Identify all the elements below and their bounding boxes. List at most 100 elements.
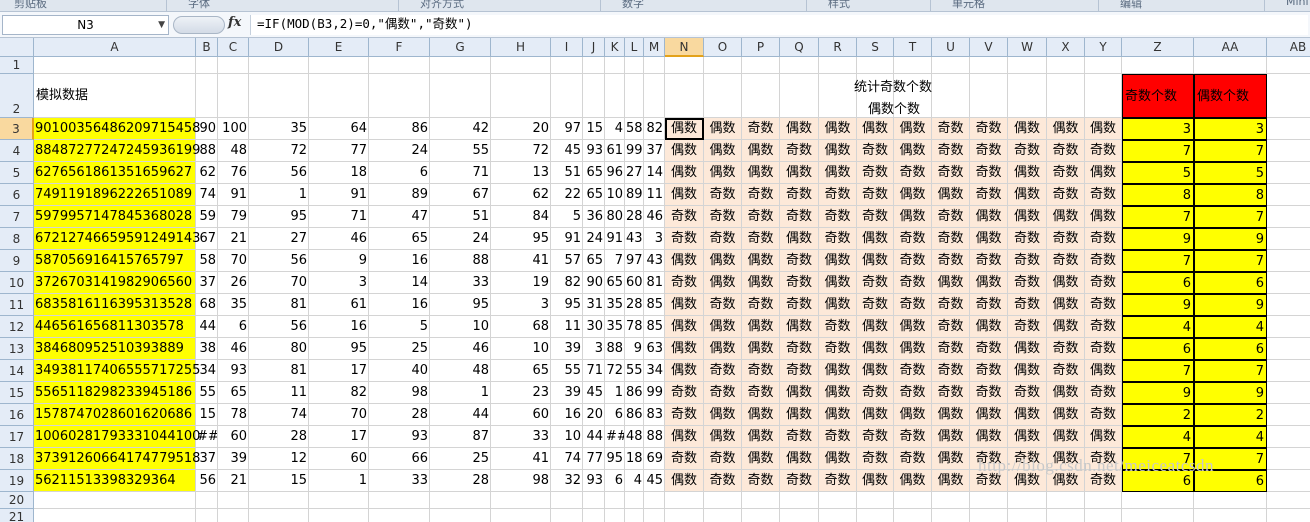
grid-cell[interactable]	[932, 57, 970, 74]
number-cell[interactable]: 81	[249, 360, 309, 382]
number-cell[interactable]: 97	[551, 118, 583, 140]
number-cell[interactable]: 60	[491, 404, 551, 426]
column-header[interactable]: R	[819, 38, 857, 57]
parity-cell[interactable]: 奇数	[1085, 316, 1122, 338]
number-cell[interactable]: 65	[583, 162, 605, 184]
parity-cell[interactable]: 偶数	[894, 206, 932, 228]
number-cell[interactable]: 3	[644, 228, 665, 250]
grid-cell[interactable]	[1267, 470, 1310, 492]
number-cell[interactable]: 11	[551, 316, 583, 338]
grid-cell[interactable]	[1085, 492, 1122, 509]
grid-cell[interactable]	[1008, 74, 1047, 118]
number-cell[interactable]: 25	[369, 338, 430, 360]
number-cell[interactable]: 77	[583, 448, 605, 470]
source-number-cell[interactable]: 67212746659591249143	[34, 228, 200, 250]
number-cell[interactable]: 27	[249, 228, 309, 250]
row-header[interactable]: 19	[0, 470, 34, 492]
number-cell[interactable]: 1	[430, 382, 491, 404]
number-cell[interactable]: 25	[430, 448, 491, 470]
grid-cell[interactable]	[1085, 509, 1122, 522]
parity-cell[interactable]: 偶数	[1008, 338, 1047, 360]
grid-cell[interactable]	[1267, 382, 1310, 404]
parity-cell[interactable]: 偶数	[1008, 426, 1047, 448]
number-cell[interactable]: 74	[551, 448, 583, 470]
source-number-cell[interactable]: 627656186135165962​7	[34, 162, 196, 184]
number-cell[interactable]: 71	[309, 206, 369, 228]
number-cell[interactable]: 41	[491, 250, 551, 272]
column-header[interactable]: J	[583, 38, 605, 57]
number-cell[interactable]: 28	[625, 294, 644, 316]
grid-cell[interactable]	[1267, 272, 1310, 294]
number-cell[interactable]: 76	[218, 162, 249, 184]
number-cell[interactable]: 85	[644, 294, 665, 316]
parity-cell[interactable]: 偶数	[932, 272, 970, 294]
even-count-cell[interactable]: 2	[1194, 404, 1267, 426]
grid-cell[interactable]	[1047, 74, 1085, 118]
grid-cell[interactable]	[970, 509, 1008, 522]
row-header[interactable]: 20	[0, 492, 34, 509]
number-cell[interactable]: 56	[249, 162, 309, 184]
even-count-cell[interactable]: 9	[1194, 294, 1267, 316]
grid-cell[interactable]	[218, 57, 249, 74]
parity-cell[interactable]: 偶数	[894, 404, 932, 426]
number-cell[interactable]: 78	[625, 316, 644, 338]
parity-cell[interactable]: 偶数	[1008, 184, 1047, 206]
number-cell[interactable]: 1	[605, 382, 625, 404]
column-header[interactable]: H	[491, 38, 551, 57]
grid-cell[interactable]	[249, 74, 309, 118]
grid-cell[interactable]	[1267, 162, 1310, 184]
parity-cell[interactable]: 奇数	[970, 382, 1008, 404]
parity-cell[interactable]: 奇数	[932, 382, 970, 404]
even-count-cell[interactable]: 4	[1194, 426, 1267, 448]
even-count-cell[interactable]: 9	[1194, 382, 1267, 404]
parity-cell[interactable]: 奇数	[665, 228, 704, 250]
parity-cell[interactable]: 偶数	[819, 272, 857, 294]
parity-cell[interactable]: 奇数	[742, 294, 780, 316]
number-cell[interactable]: 38	[196, 338, 218, 360]
parity-cell[interactable]: 奇数	[1085, 228, 1122, 250]
column-header[interactable]: N	[665, 38, 704, 57]
parity-cell[interactable]: 偶数	[819, 250, 857, 272]
column-header[interactable]: F	[369, 38, 430, 57]
parity-cell[interactable]: 奇数	[780, 470, 819, 492]
chevron-down-icon[interactable]: ▼	[158, 16, 165, 34]
parity-cell[interactable]: 偶数	[819, 162, 857, 184]
even-count-cell[interactable]: 6	[1194, 338, 1267, 360]
parity-cell[interactable]: 偶数	[1047, 426, 1085, 448]
grid-cell[interactable]	[625, 509, 644, 522]
number-cell[interactable]: 98	[491, 470, 551, 492]
grid-cell[interactable]	[430, 74, 491, 118]
grid-cell[interactable]	[1267, 509, 1310, 522]
parity-cell[interactable]: 偶数	[1047, 404, 1085, 426]
parity-cell[interactable]: 奇数	[1085, 250, 1122, 272]
grid-cell[interactable]	[1267, 294, 1310, 316]
parity-cell[interactable]: 奇数	[932, 316, 970, 338]
grid-cell[interactable]	[369, 492, 430, 509]
parity-cell[interactable]: 奇数	[704, 294, 742, 316]
number-cell[interactable]: 6	[605, 404, 625, 426]
number-cell[interactable]: 26	[218, 272, 249, 294]
odd-count-cell[interactable]: 9	[1122, 228, 1194, 250]
number-cell[interactable]: 44	[196, 316, 218, 338]
grid-cell[interactable]	[430, 492, 491, 509]
parity-cell[interactable]: 奇数	[1047, 140, 1085, 162]
grid-cell[interactable]	[369, 74, 430, 118]
number-cell[interactable]: 10	[491, 338, 551, 360]
parity-cell[interactable]: 偶数	[819, 382, 857, 404]
number-cell[interactable]: 62	[491, 184, 551, 206]
parity-cell[interactable]: 奇数	[665, 382, 704, 404]
parity-cell[interactable]: 偶数	[665, 294, 704, 316]
worksheet-grid[interactable]: A B C D E F G H I J K L M N O P Q R S T U V W X Y Z AA AB 1 2 3 4 5 6 7 8 9 1…	[0, 38, 1310, 522]
number-cell[interactable]: 99	[625, 140, 644, 162]
data-header[interactable]: 模拟数据	[34, 74, 196, 118]
parity-cell[interactable]: 奇数	[1008, 272, 1047, 294]
parity-cell[interactable]: 偶数	[742, 404, 780, 426]
parity-cell[interactable]: 奇数	[857, 294, 894, 316]
parity-cell[interactable]: 奇数	[970, 360, 1008, 382]
grid-cell[interactable]	[491, 492, 551, 509]
active-cell[interactable]: 偶数	[665, 118, 704, 140]
grid-cell[interactable]	[665, 509, 704, 522]
grid-cell[interactable]	[932, 492, 970, 509]
number-cell[interactable]: 6	[605, 470, 625, 492]
number-cell[interactable]: 65	[491, 360, 551, 382]
